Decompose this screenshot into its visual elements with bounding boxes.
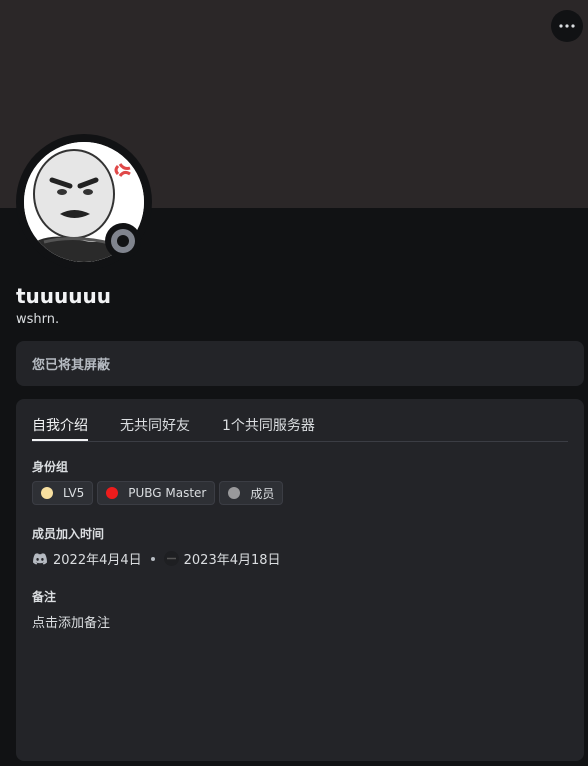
display-name: tuuuuuu — [16, 284, 111, 308]
tab-about-me[interactable]: 自我介绍 — [32, 409, 88, 441]
server-icon — [163, 551, 179, 566]
status-indicator — [105, 223, 141, 259]
role-badge[interactable]: PUBG Master — [97, 481, 216, 505]
tab-mutual-servers[interactable]: 1个共同服务器 — [222, 409, 315, 441]
role-badge[interactable]: 成员 — [219, 481, 284, 505]
role-badge[interactable]: LV5 — [32, 481, 94, 505]
username[interactable]: wshrn. — [16, 312, 59, 327]
tab-mutual-friends[interactable]: 无共同好友 — [120, 409, 190, 441]
role-color-dot — [41, 487, 53, 499]
discord-join-date: 2022年4月4日 — [53, 553, 142, 568]
role-name: 成员 — [250, 486, 275, 501]
blocked-notice: 您已将其屏蔽 — [16, 341, 584, 386]
avatar-container[interactable] — [16, 134, 152, 270]
blocked-notice-text: 您已将其屏蔽 — [32, 358, 111, 373]
role-name: PUBG Master — [128, 486, 207, 500]
date-separator — [150, 556, 155, 561]
profile-info-card: 自我介绍 无共同好友 1个共同服务器 身份组 LV5 PUBG Master 成… — [16, 399, 584, 761]
discord-icon — [33, 552, 47, 564]
role-color-dot — [228, 487, 241, 499]
note-input[interactable]: 点击添加备注 — [32, 612, 110, 631]
profile-popout: tuuuuuu wshrn. 您已将其屏蔽 自我介绍 无共同好友 1个共同服务器… — [0, 0, 588, 766]
member-since-title: 成员加入时间 — [32, 527, 105, 541]
more-options-button[interactable] — [551, 10, 583, 42]
profile-tabs: 自我介绍 无共同好友 1个共同服务器 — [32, 409, 568, 442]
roles-list: LV5 PUBG Master 成员 — [32, 481, 287, 505]
note-title: 备注 — [32, 590, 57, 604]
role-name: LV5 — [63, 486, 85, 500]
server-join-date: 2023年4月18日 — [183, 553, 281, 568]
roles-title: 身份组 — [32, 460, 69, 474]
role-color-dot — [106, 487, 119, 499]
offline-status-icon — [111, 229, 135, 253]
member-since-dates: 2022年4月4日 2023年4月18日 — [32, 549, 281, 568]
more-horizontal-icon — [559, 24, 575, 28]
